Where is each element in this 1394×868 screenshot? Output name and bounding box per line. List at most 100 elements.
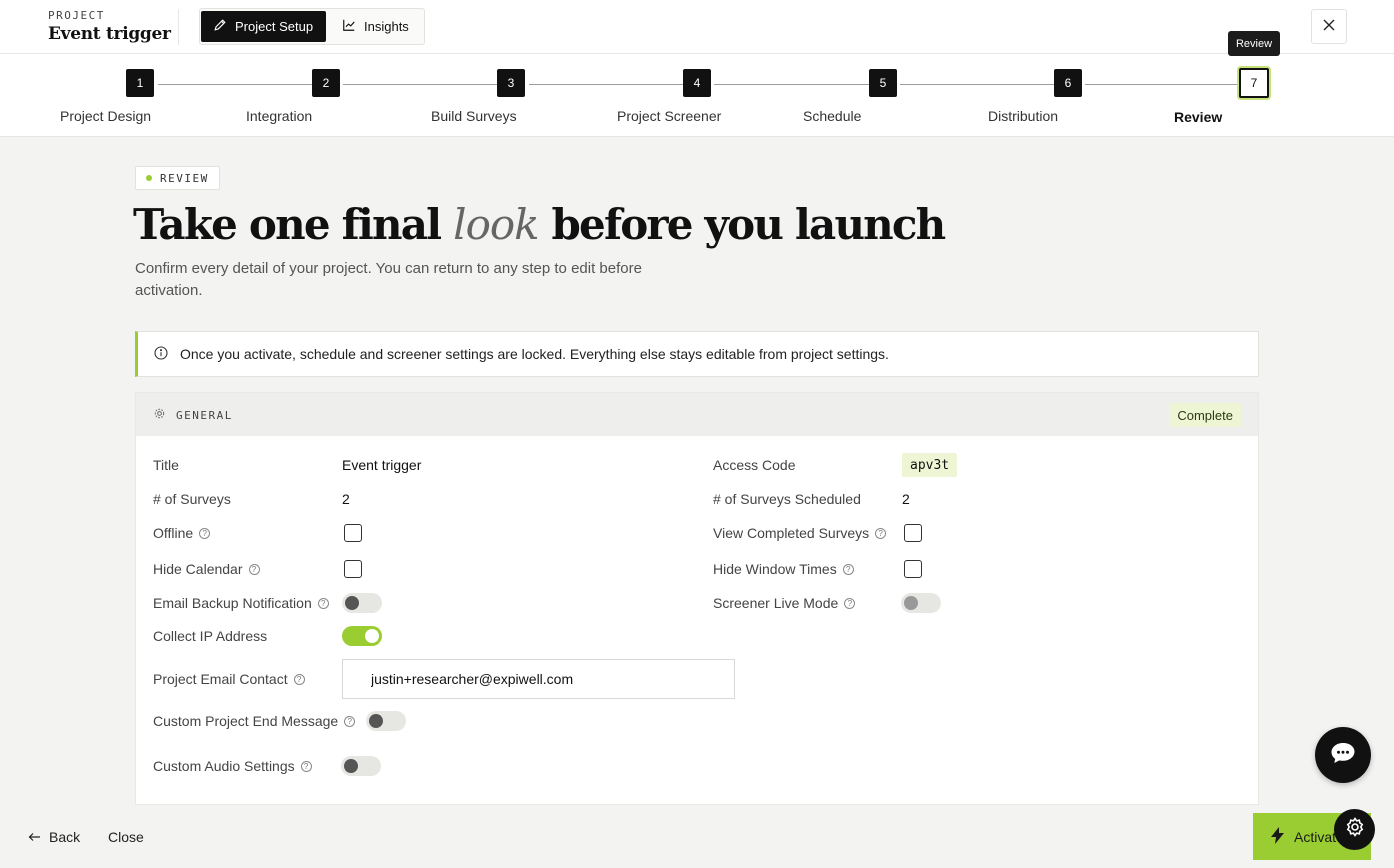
- back-button-label: Back: [49, 829, 81, 845]
- close-button[interactable]: [1311, 9, 1347, 44]
- help-icon[interactable]: ?: [842, 563, 854, 575]
- general-section-title: GENERAL: [153, 407, 233, 423]
- email-contact-field[interactable]: [342, 659, 735, 699]
- step-number: 7: [1239, 68, 1269, 98]
- step-schedule[interactable]: 5 Schedule: [803, 69, 963, 124]
- step-project-screener[interactable]: 4 Project Screener: [617, 69, 777, 124]
- surveys-scheduled-label: # of Surveys Scheduled: [713, 491, 861, 507]
- email-contact-label-text: Project Email Contact: [153, 671, 288, 687]
- project-eyebrow: PROJECT: [48, 9, 105, 22]
- help-icon[interactable]: ?: [875, 527, 887, 539]
- hide-window-label: Hide Window Times ?: [713, 559, 854, 579]
- arrow-left-icon: [28, 829, 41, 845]
- review-tooltip: Review: [1228, 31, 1280, 56]
- view-completed-label-text: View Completed Surveys: [713, 525, 870, 541]
- custom-audio-label: Custom Audio Settings ?: [153, 756, 312, 776]
- email-backup-toggle[interactable]: [342, 593, 382, 613]
- step-label: Distribution: [988, 108, 1059, 124]
- chart-line-icon: [342, 18, 356, 35]
- hide-window-checkbox[interactable]: [904, 560, 922, 578]
- general-section-label: GENERAL: [176, 408, 233, 422]
- gear-icon: [153, 407, 166, 423]
- step-label: Project Design: [60, 108, 152, 124]
- step-number: 5: [869, 69, 897, 97]
- general-section-header: GENERAL Complete: [135, 392, 1259, 436]
- toggle-knob: [904, 596, 918, 610]
- help-icon[interactable]: ?: [199, 527, 211, 539]
- step-number: 1: [126, 69, 154, 97]
- email-backup-label: Email Backup Notification ?: [153, 593, 329, 613]
- screener-live-toggle[interactable]: [901, 593, 941, 613]
- step-label: Schedule: [803, 108, 862, 124]
- custom-audio-toggle[interactable]: [341, 756, 381, 776]
- help-icon[interactable]: ?: [248, 563, 260, 575]
- screener-live-label: Screener Live Mode ?: [713, 593, 856, 613]
- custom-end-label: Custom Project End Message ?: [153, 711, 356, 731]
- chat-bubble-icon: [1330, 741, 1356, 770]
- chat-launcher-button[interactable]: [1315, 727, 1371, 783]
- step-distribution[interactable]: 6 Distribution: [988, 69, 1148, 124]
- hide-calendar-label-text: Hide Calendar: [153, 561, 243, 577]
- progress-stepper: 1 Project Design 2 Integration 3 Build S…: [0, 54, 1394, 137]
- gear-icon: [1345, 817, 1365, 842]
- email-contact-label: Project Email Contact ?: [153, 669, 305, 689]
- screener-live-label-text: Screener Live Mode: [713, 595, 839, 611]
- top-bar: PROJECT Event trigger Project Setup Insi…: [0, 0, 1394, 54]
- status-dot: [146, 175, 152, 181]
- help-icon[interactable]: ?: [300, 760, 312, 772]
- step-review[interactable]: 7 Review: [1174, 68, 1334, 125]
- tab-insights[interactable]: Insights: [330, 11, 422, 42]
- pencil-icon: [213, 18, 227, 35]
- page-title-end: before you launch: [551, 200, 946, 249]
- status-badge: Complete: [1169, 403, 1241, 427]
- step-label: Build Surveys: [431, 108, 517, 124]
- page-subtitle: Confirm every detail of your project. Yo…: [135, 260, 642, 299]
- help-icon[interactable]: ?: [293, 673, 305, 685]
- toggle-knob: [344, 759, 358, 773]
- step-number: 3: [497, 69, 525, 97]
- access-code-value: apv3t: [902, 453, 958, 477]
- surveys-scheduled-value: 2: [902, 491, 910, 507]
- project-name: Event trigger: [48, 24, 171, 44]
- lock-notice: Once you activate, schedule and screener…: [135, 331, 1259, 377]
- general-section-body: [135, 436, 1259, 805]
- custom-end-toggle[interactable]: [366, 711, 406, 731]
- page-title-emphasis: look: [453, 200, 539, 249]
- close-footer-button[interactable]: Close: [108, 827, 144, 847]
- hide-calendar-label: Hide Calendar ?: [153, 559, 260, 579]
- surveys-count-value: 2: [342, 491, 350, 507]
- step-build-surveys[interactable]: 3 Build Surveys: [431, 69, 591, 124]
- help-icon[interactable]: ?: [344, 715, 356, 727]
- collect-ip-label: Collect IP Address: [153, 628, 268, 644]
- view-tabs: Project Setup Insights: [199, 8, 425, 45]
- offline-label: Offline ?: [153, 523, 211, 543]
- page-title: Take one final look before you launch: [133, 200, 946, 249]
- collect-ip-toggle[interactable]: [342, 626, 382, 646]
- step-label: Review: [1174, 109, 1223, 125]
- settings-fab-button[interactable]: [1334, 809, 1375, 850]
- title-value: Event trigger: [342, 457, 422, 473]
- hide-window-label-text: Hide Window Times: [713, 561, 837, 577]
- toggle-knob: [345, 596, 359, 610]
- back-button[interactable]: Back: [28, 827, 80, 847]
- view-completed-label: View Completed Surveys ?: [713, 523, 887, 543]
- lock-notice-text: Once you activate, schedule and screener…: [180, 346, 889, 362]
- access-code-label: Access Code: [713, 457, 796, 473]
- hide-calendar-checkbox[interactable]: [344, 560, 362, 578]
- section-pill-label: REVIEW: [160, 171, 209, 185]
- page-title-start: Take one final: [133, 200, 442, 249]
- close-icon: [1323, 18, 1335, 36]
- step-integration[interactable]: 2 Integration: [246, 69, 406, 124]
- title-label: Title: [153, 457, 179, 473]
- step-project-design[interactable]: 1 Project Design: [60, 69, 220, 124]
- toggle-knob: [369, 714, 383, 728]
- offline-checkbox[interactable]: [344, 524, 362, 542]
- tab-project-setup[interactable]: Project Setup: [201, 11, 326, 42]
- header-divider: [178, 9, 179, 45]
- step-label: Integration: [246, 108, 313, 124]
- help-icon[interactable]: ?: [844, 597, 856, 609]
- help-icon[interactable]: ?: [317, 597, 329, 609]
- view-completed-checkbox[interactable]: [904, 524, 922, 542]
- info-icon: [154, 345, 168, 363]
- custom-audio-label-text: Custom Audio Settings: [153, 758, 295, 774]
